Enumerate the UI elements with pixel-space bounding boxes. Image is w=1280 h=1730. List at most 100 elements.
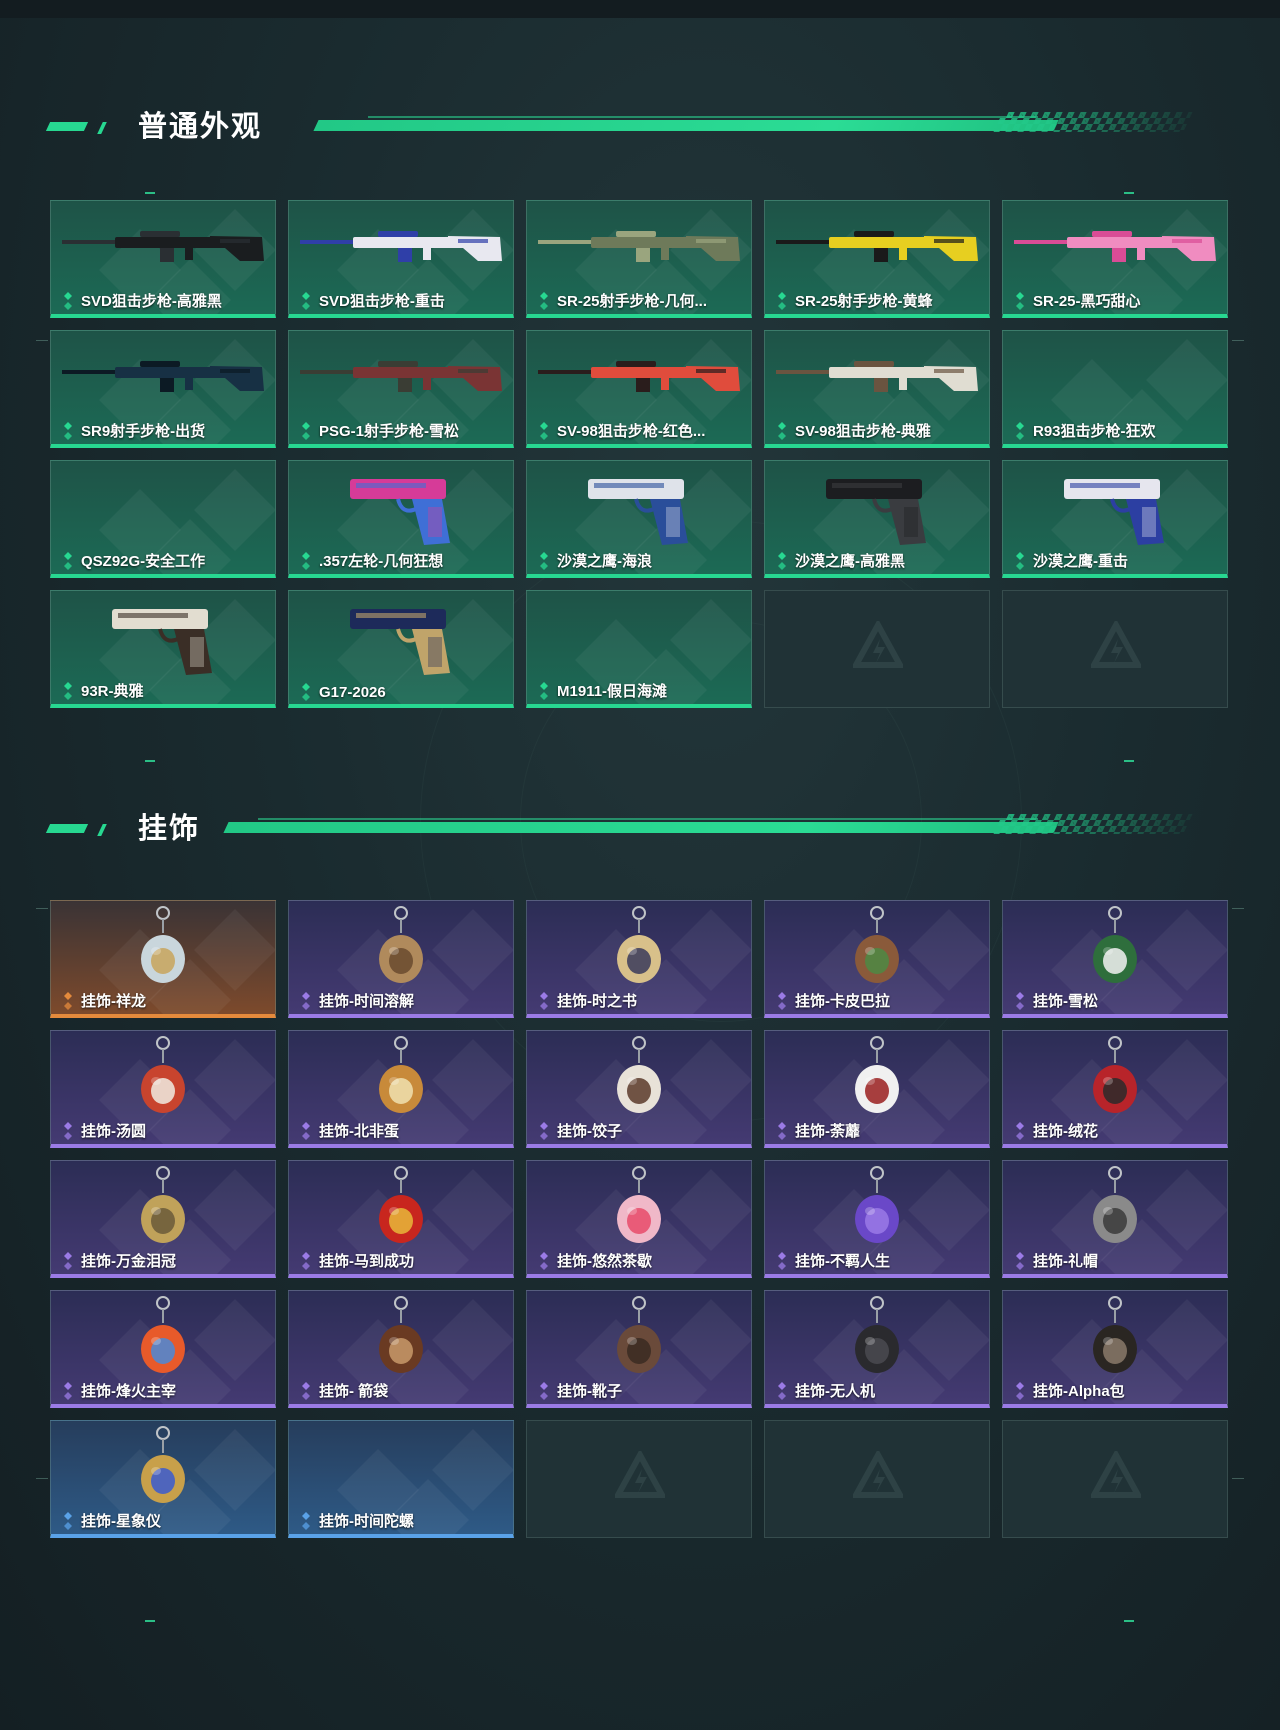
item-card[interactable]: 沙漠之鹰-重击 (1002, 460, 1228, 578)
item-card[interactable]: 沙漠之鹰-海浪 (526, 460, 752, 578)
charm-icon (617, 1296, 661, 1373)
item-card[interactable]: 挂饰-时之书 (526, 900, 752, 1018)
item-card[interactable]: 挂饰-烽火主宰 (50, 1290, 276, 1408)
rarity-diamond-icon (778, 1251, 786, 1270)
item-card[interactable]: 挂饰-Alpha包 (1002, 1290, 1228, 1408)
item-label-row: 93R-典雅 (61, 680, 144, 701)
item-card[interactable]: SR-25射手步枪-黄蜂 (764, 200, 990, 318)
side-tick (36, 908, 48, 909)
item-label-row: SV-98狙击步枪-红色... (537, 420, 705, 441)
rarity-diamond-icon (302, 1251, 310, 1270)
side-tick (36, 340, 48, 341)
rarity-diamond-icon (1016, 1121, 1024, 1140)
item-card[interactable]: 93R-典雅 (50, 590, 276, 708)
item-card[interactable]: PSG-1射手步枪-雪松 (288, 330, 514, 448)
rarity-diamond-icon (1016, 291, 1024, 310)
item-card[interactable]: 挂饰- 箭袋 (288, 1290, 514, 1408)
item-label: .357左轮-几何狂想 (319, 553, 444, 570)
item-card[interactable]: 挂饰-汤圆 (50, 1030, 276, 1148)
charm-icon (141, 1166, 185, 1243)
item-card[interactable]: SVD狙击步枪-重击 (288, 200, 514, 318)
item-label: 沙漠之鹰-海浪 (557, 553, 652, 570)
item-card[interactable]: 挂饰-星象仪 (50, 1420, 276, 1538)
triangle-emblem-icon (1088, 618, 1144, 671)
header-accent-tick (97, 122, 107, 134)
item-card[interactable]: 挂饰-无人机 (764, 1290, 990, 1408)
pistol-icon (112, 609, 212, 675)
triangle-emblem-icon (612, 1448, 668, 1501)
item-label: SVD狙击步枪-高雅黑 (81, 293, 222, 310)
header-line (313, 120, 1059, 131)
charm-icon (379, 1036, 423, 1113)
charm-icon (1093, 1036, 1137, 1113)
item-card[interactable]: 沙漠之鹰-高雅黑 (764, 460, 990, 578)
rifle-icon (300, 361, 502, 392)
charm-icon (141, 906, 185, 983)
item-card[interactable]: 挂饰-北非蛋 (288, 1030, 514, 1148)
item-label-row: 挂饰-荼蘼 (775, 1120, 860, 1141)
item-card[interactable]: 挂饰-时间陀螺 (288, 1420, 514, 1538)
item-card[interactable]: SR-25-黑巧甜心 (1002, 200, 1228, 318)
rifle-icon (538, 231, 740, 262)
pistol-icon (350, 609, 450, 675)
rarity-diamond-icon (64, 1381, 72, 1400)
item-card[interactable]: G17-2026 (288, 590, 514, 708)
item-card[interactable]: 挂饰-雪松 (1002, 900, 1228, 1018)
item-card[interactable]: 挂饰-饺子 (526, 1030, 752, 1148)
charm-icon (855, 1036, 899, 1113)
item-card[interactable]: 挂饰-悠然茶歇 (526, 1160, 752, 1278)
item-label: SV-98狙击步枪-红色... (557, 423, 706, 440)
rifle-icon (776, 361, 978, 392)
item-label: 挂饰-悠然茶歇 (557, 1253, 652, 1270)
item-card[interactable]: 挂饰-万金泪冠 (50, 1160, 276, 1278)
item-label: 挂饰-Alpha包 (1033, 1383, 1125, 1400)
item-label-row: 挂饰-靴子 (537, 1380, 622, 1401)
header-accent-bar (45, 824, 89, 833)
section-header-appearance: 普通外观 (45, 110, 1198, 150)
item-label-row: 挂饰-马到成功 (299, 1250, 414, 1271)
charm-icon (379, 1166, 423, 1243)
item-card[interactable]: 挂饰-绒花 (1002, 1030, 1228, 1148)
item-label: SR9射手步枪-出货 (81, 423, 206, 440)
rarity-diamond-icon (302, 1511, 310, 1530)
item-card[interactable]: 挂饰-祥龙 (50, 900, 276, 1018)
triangle-emblem-icon (850, 618, 906, 671)
rifle-icon (62, 361, 264, 392)
item-label-row: 挂饰-Alpha包 (1013, 1380, 1125, 1401)
item-card[interactable]: 挂饰-靴子 (526, 1290, 752, 1408)
item-card[interactable]: 挂饰-荼蘼 (764, 1030, 990, 1148)
rarity-diamond-icon (302, 683, 310, 701)
item-card[interactable]: SR-25射手步枪-几何... (526, 200, 752, 318)
rarity-diamond-icon (302, 291, 310, 310)
item-label-row: 挂饰-烽火主宰 (61, 1380, 176, 1401)
header-checker-pattern (993, 814, 1193, 834)
item-label: SR-25-黑巧甜心 (1033, 293, 1141, 310)
item-label-row: 挂饰-时之书 (537, 990, 637, 1011)
item-card[interactable]: 挂饰-不羁人生 (764, 1160, 990, 1278)
item-label: 挂饰-饺子 (557, 1123, 622, 1140)
item-card[interactable]: SV-98狙击步枪-红色... (526, 330, 752, 448)
rarity-diamond-icon (1016, 421, 1024, 440)
item-card[interactable]: 挂饰-时间溶解 (288, 900, 514, 1018)
item-card[interactable]: 挂饰-卡皮巴拉 (764, 900, 990, 1018)
item-card[interactable]: M1911-假日海滩 (526, 590, 752, 708)
item-card[interactable]: QSZ92G-安全工作 (50, 460, 276, 578)
item-card[interactable]: R93狙击步枪-狂欢 (1002, 330, 1228, 448)
rarity-diamond-icon (540, 421, 548, 440)
item-card[interactable]: .357左轮-几何狂想 (288, 460, 514, 578)
item-card[interactable]: SV-98狙击步枪-典雅 (764, 330, 990, 448)
item-label: 挂饰-卡皮巴拉 (795, 993, 890, 1010)
item-label-row: 挂饰-不羁人生 (775, 1250, 890, 1271)
item-label: 挂饰-北非蛋 (319, 1123, 399, 1140)
item-label-row: PSG-1射手步枪-雪松 (299, 420, 459, 441)
rarity-diamond-icon (302, 1381, 310, 1400)
item-label: G17-2026 (319, 683, 386, 701)
item-label: M1911-假日海滩 (557, 683, 668, 700)
item-card[interactable]: 挂饰-礼帽 (1002, 1160, 1228, 1278)
item-label-row: 挂饰-无人机 (775, 1380, 875, 1401)
item-label-row: QSZ92G-安全工作 (61, 550, 205, 571)
item-card[interactable]: SR9射手步枪-出货 (50, 330, 276, 448)
item-card[interactable]: SVD狙击步枪-高雅黑 (50, 200, 276, 318)
rifle-icon (1014, 231, 1216, 262)
item-card[interactable]: 挂饰-马到成功 (288, 1160, 514, 1278)
